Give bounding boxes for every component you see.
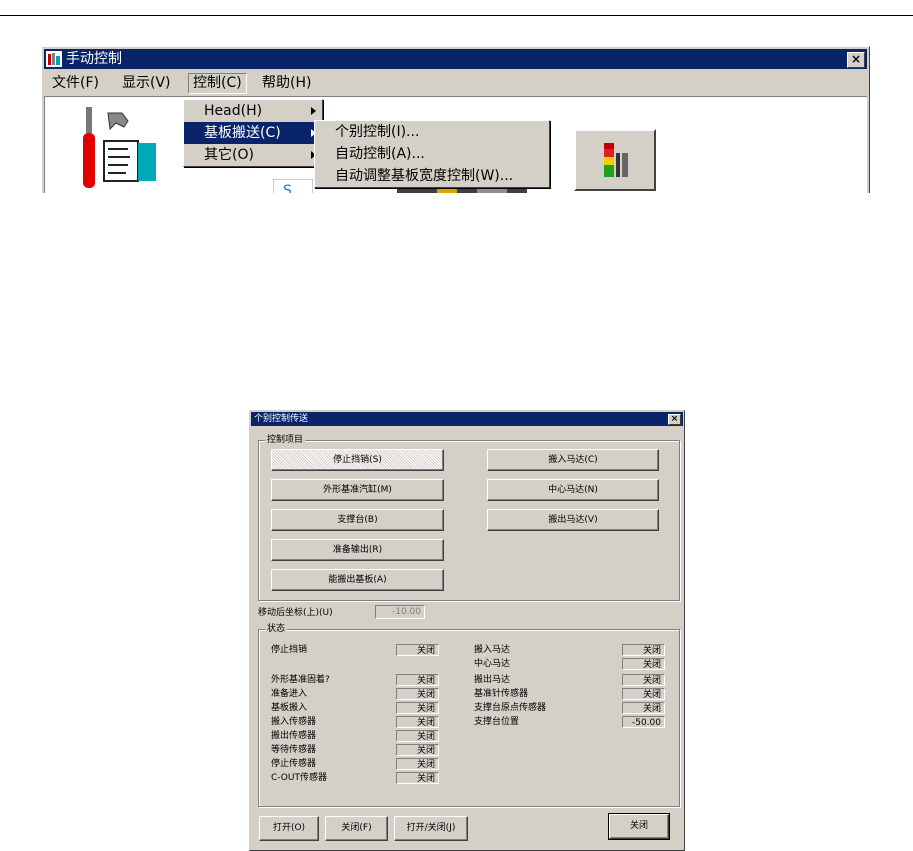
status-label: 搬出马达 [474, 675, 511, 685]
status-value: 关闭 [622, 674, 665, 686]
menu-item-other[interactable]: 其它(O) [184, 144, 322, 166]
status-label: C-OUT传感器 [271, 773, 327, 783]
support-table-button[interactable]: 支撑台(B) [271, 509, 444, 531]
app-icon [46, 51, 62, 67]
status-label: 搬入传感器 [271, 717, 317, 727]
ready-output-button[interactable]: 准备输出(R) [271, 539, 444, 561]
dialog-title-bar[interactable]: 个别控制传送 × [251, 412, 683, 426]
status-group-label: 状态 [265, 623, 288, 635]
title-bar[interactable]: 手动控制 × [44, 49, 867, 69]
status-value: 关闭 [622, 702, 665, 714]
status-value: 关闭 [396, 644, 439, 656]
status-value: 关闭 [396, 758, 439, 770]
partial-icon-left: S [273, 179, 313, 193]
dialog-close-icon[interactable]: × [668, 414, 681, 425]
status-label: 基准针传感器 [474, 689, 529, 699]
load-motor-button[interactable]: 搬入马达(C) [487, 449, 659, 471]
control-group-label: 控制项目 [265, 434, 306, 446]
status-label: 等待传感器 [271, 745, 317, 755]
menu-help[interactable]: 帮助(H) [258, 74, 315, 93]
menu-view[interactable]: 显示(V) [118, 74, 175, 93]
status-label: 支撑台原点传感器 [474, 703, 547, 713]
status-value: 关闭 [396, 688, 439, 700]
status-value: 关闭 [396, 702, 439, 714]
battery-tools-icon [604, 143, 628, 177]
status-value: 关闭 [396, 716, 439, 728]
svg-text:S: S [283, 183, 292, 193]
stop-pin-button[interactable]: 停止挡销(S) [271, 449, 444, 471]
status-value: 关闭 [622, 658, 665, 670]
menu-item-auto-control[interactable]: 自动控制(A)... [315, 143, 549, 165]
page-rule [0, 15, 913, 16]
status-value: 关闭 [396, 674, 439, 686]
open-button[interactable]: 打开(O) [259, 816, 319, 841]
move-coord-label: 移动后坐标(上)(U) [258, 608, 333, 618]
status-label: 搬入马达 [474, 645, 511, 655]
move-coord-field[interactable]: -10.00 [375, 605, 425, 619]
unload-motor-button[interactable]: 搬出马达(V) [487, 509, 659, 531]
menu-item-head[interactable]: Head(H) [184, 100, 322, 122]
outline-datum-cylinder-button[interactable]: 外形基准汽缸(M) [271, 479, 444, 501]
menu-item-auto-width-control[interactable]: 自动调整基板宽度控制(W)... [315, 165, 549, 187]
status-label: 停止挡销 [271, 645, 308, 655]
individual-conveyor-dialog: 个别控制传送 × 控制项目 停止挡销(S) 外形基准汽缸(M) 支撑台(B) 准… [249, 410, 685, 851]
menu-item-conveyor-label: 基板搬送(C) [204, 125, 281, 141]
dialog-close-button[interactable]: 关闭 [608, 813, 670, 840]
status-label: 支撑台位置 [474, 717, 520, 727]
control-menu: Head(H) 基板搬送(C) 其它(O) [183, 99, 323, 167]
status-label: 基板搬入 [271, 703, 308, 713]
open-close-button[interactable]: 打开/关闭(J) [394, 816, 468, 841]
menu-item-other-label: 其它(O) [204, 147, 254, 163]
center-motor-button[interactable]: 中心马达(N) [487, 479, 659, 501]
status-value: 关闭 [396, 772, 439, 784]
status-label: 外形基准固着? [271, 675, 330, 685]
status-label: 搬出传感器 [271, 731, 317, 741]
menu-file[interactable]: 文件(F) [48, 74, 103, 93]
status-value: 关闭 [396, 730, 439, 742]
menu-item-individual-control[interactable]: 个别控制(I)... [315, 121, 549, 143]
status-value: -50.00 [622, 716, 665, 728]
menu-bar: 文件(F) 显示(V) 控制(C) 帮助(H) [44, 71, 867, 95]
battery-tools-button[interactable] [574, 129, 656, 191]
menu-item-conveyor[interactable]: 基板搬送(C) [184, 122, 322, 144]
manual-control-window: 手动控制 × 文件(F) 显示(V) 控制(C) 帮助(H) S Head(H)… [41, 46, 870, 193]
can-unload-board-button[interactable]: 能搬出基板(A) [271, 569, 444, 591]
menu-control[interactable]: 控制(C) [188, 73, 247, 94]
dialog-title: 个别控制传送 [254, 414, 309, 424]
status-label: 中心马达 [474, 659, 511, 669]
status-value: 关闭 [622, 688, 665, 700]
close-icon[interactable]: × [847, 52, 865, 68]
wrench-hand-icon [83, 107, 156, 188]
submenu-arrow-icon [311, 107, 316, 115]
status-value: 关闭 [622, 644, 665, 656]
window-title: 手动控制 [66, 51, 122, 67]
close-action-button[interactable]: 关闭(F) [325, 816, 388, 841]
status-label: 停止传感器 [271, 759, 317, 769]
conveyor-submenu: 个别控制(I)... 自动控制(A)... 自动调整基板宽度控制(W)... [314, 120, 550, 188]
status-value: 关闭 [396, 744, 439, 756]
status-label: 准备进入 [271, 689, 308, 699]
control-group: 控制项目 停止挡销(S) 外形基准汽缸(M) 支撑台(B) 准备输出(R) 能搬… [258, 434, 680, 601]
menu-item-head-label: Head(H) [204, 103, 263, 119]
status-group: 状态 停止挡销 关闭 外形基准固着? 关闭 准备进入 关闭 基板搬入 关闭 搬入… [258, 623, 680, 807]
